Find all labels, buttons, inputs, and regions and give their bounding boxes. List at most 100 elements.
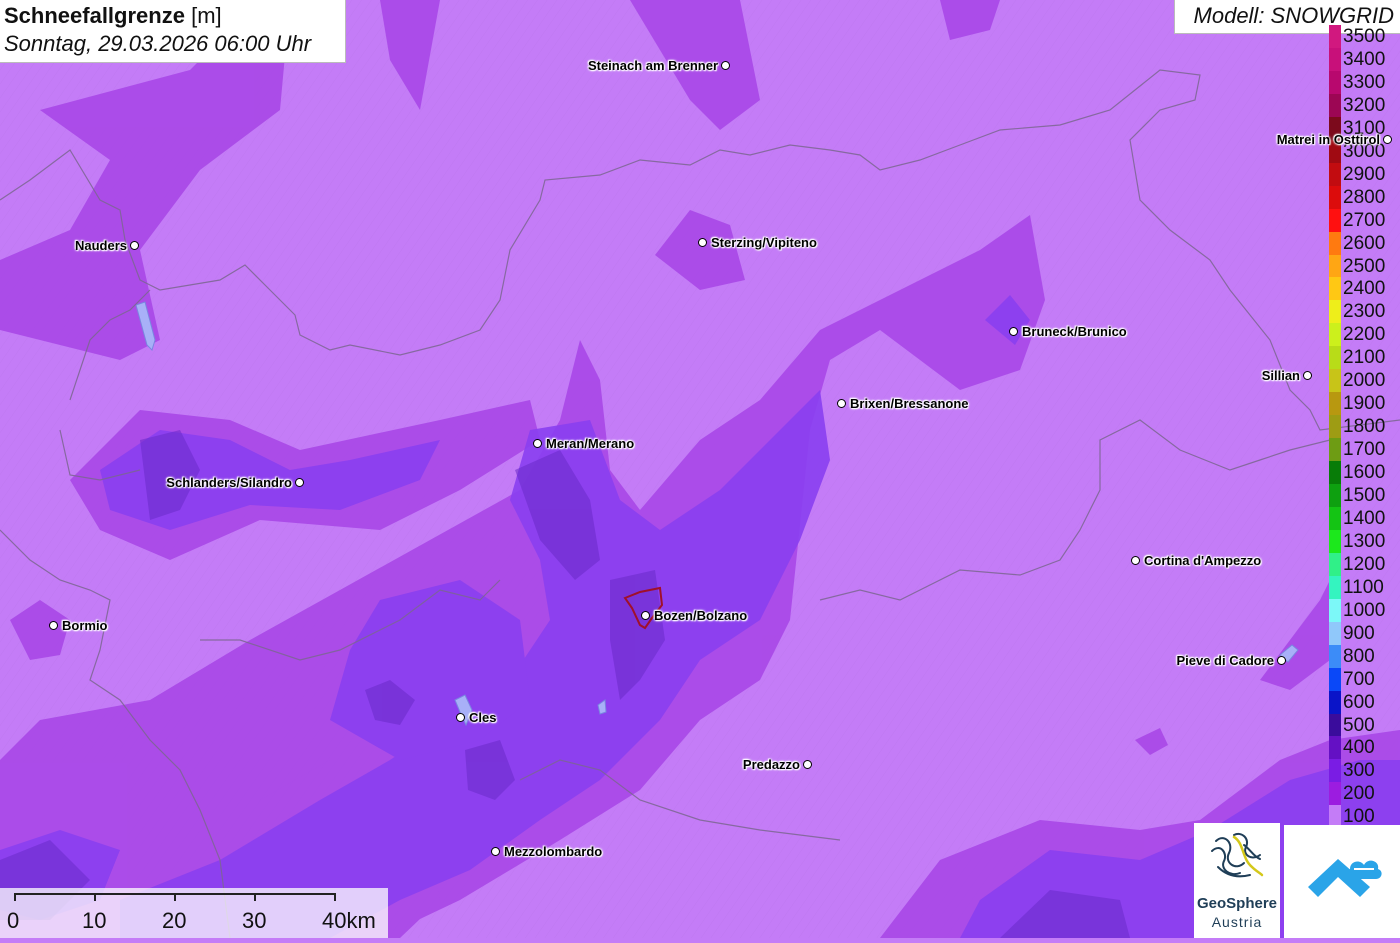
forecast-datetime: Sonntag, 29.03.2026 06:00 Uhr <box>4 31 312 56</box>
city-dot-icon <box>1303 371 1312 380</box>
legend-swatch <box>1329 484 1341 507</box>
legend-label: 1300 <box>1343 530 1386 552</box>
city-dot-icon <box>641 611 650 620</box>
legend-row: 1300 <box>1329 529 1400 553</box>
legend-swatch <box>1329 162 1341 186</box>
legend-swatch <box>1329 736 1341 760</box>
legend-label: 800 <box>1343 645 1375 667</box>
legend-label: 900 <box>1343 622 1375 644</box>
legend-row: 1900 <box>1329 392 1400 416</box>
legend-swatch <box>1329 231 1341 255</box>
legend-label: 500 <box>1343 714 1375 736</box>
legend-swatch <box>1329 208 1341 232</box>
legend-swatch <box>1329 254 1341 278</box>
legend-row: 2400 <box>1329 277 1400 301</box>
legend-row: 2700 <box>1329 208 1400 232</box>
legend-swatch <box>1329 690 1341 714</box>
legend-label: 2100 <box>1343 347 1386 369</box>
city-label: Cortina d'Ampezzo <box>1144 553 1262 568</box>
legend-row: 2200 <box>1329 323 1400 347</box>
legend-label: 2300 <box>1343 301 1386 323</box>
city-dot-icon <box>1009 327 1018 336</box>
legend-label: 1600 <box>1343 462 1386 484</box>
legend-label: 1400 <box>1343 507 1386 529</box>
color-legend: 3500 3400 3300 3200 3100 3000 2900 2800 2700 2600… <box>1329 25 1400 829</box>
legend-row: 1000 <box>1329 598 1400 622</box>
legend-row: 700 <box>1329 667 1400 691</box>
legend-swatch <box>1329 25 1341 48</box>
city-dot-icon <box>803 760 812 769</box>
legend-swatch <box>1329 644 1341 668</box>
legend-swatch <box>1329 575 1341 599</box>
legend-swatch <box>1329 93 1341 117</box>
city-label: Meran/Merano <box>546 436 635 451</box>
legend-label: 1900 <box>1343 393 1386 415</box>
city-dot-icon <box>49 621 58 630</box>
scale-label-40: 40km <box>322 908 376 933</box>
scale-label-30: 30 <box>242 908 267 933</box>
legend-row: 2000 <box>1329 369 1400 393</box>
city-dot-icon <box>1131 556 1140 565</box>
legend-swatch <box>1329 323 1341 347</box>
legend-swatch <box>1329 782 1341 806</box>
legend-label: 1800 <box>1343 416 1386 438</box>
legend-swatch <box>1329 438 1341 462</box>
legend-label: 2900 <box>1343 163 1386 185</box>
legend-swatch <box>1329 713 1341 737</box>
legend-row: 3500 <box>1329 25 1400 48</box>
city-label: Bozen/Bolzano <box>654 608 748 623</box>
title-text: Schneefallgrenze <box>4 3 185 28</box>
city-dot-icon <box>533 439 542 448</box>
app-logo[interactable] <box>1284 825 1400 938</box>
city-dot-icon <box>721 61 730 70</box>
legend-label: 1100 <box>1343 576 1384 598</box>
legend-label: 2000 <box>1343 370 1386 392</box>
legend-swatch <box>1329 392 1341 416</box>
legend-label: 1200 <box>1343 553 1386 575</box>
legend-label: 3200 <box>1343 94 1386 116</box>
legend-row: 1800 <box>1329 415 1400 439</box>
legend-label: 400 <box>1343 737 1375 759</box>
legend-swatch <box>1329 277 1341 301</box>
legend-row: 1600 <box>1329 461 1400 485</box>
city-label: Cles <box>469 710 497 725</box>
legend-row: 3200 <box>1329 93 1400 117</box>
legend-label: 1700 <box>1343 439 1386 461</box>
legend-row: 3400 <box>1329 47 1400 71</box>
scale-label-10: 10 <box>82 908 107 933</box>
legend-swatch <box>1329 300 1341 324</box>
legend-swatch <box>1329 552 1341 576</box>
legend-label: 2700 <box>1343 209 1386 231</box>
city-label: Sterzing/Vipiteno <box>711 235 817 250</box>
legend-label: 100 <box>1343 806 1375 828</box>
legend-swatch <box>1329 529 1341 553</box>
geosphere-logo[interactable]: GeoSphere Austria <box>1194 823 1280 938</box>
city-dot-icon <box>295 478 304 487</box>
app-logo-icon <box>1308 859 1382 897</box>
legend-row: 500 <box>1329 713 1400 737</box>
legend-swatch <box>1329 461 1341 485</box>
legend-row: 2800 <box>1329 185 1400 209</box>
legend-swatch <box>1329 506 1341 530</box>
legend-swatch <box>1329 759 1341 783</box>
legend-label: 2200 <box>1343 324 1386 346</box>
city-dot-icon <box>1383 135 1392 144</box>
legend-row: 2100 <box>1329 346 1400 370</box>
logo-sub: Austria <box>1211 914 1263 930</box>
legend-label: 2500 <box>1343 255 1386 277</box>
city-label: Predazzo <box>742 757 800 772</box>
legend-row: 200 <box>1329 782 1400 806</box>
legend-row: 900 <box>1329 621 1400 645</box>
city-dot-icon <box>491 847 500 856</box>
legend-row: 3300 <box>1329 70 1400 94</box>
title-unit: [m] <box>191 3 222 28</box>
legend-swatch <box>1329 621 1341 645</box>
snowfall-limit-map[interactable] <box>0 0 1400 938</box>
scale-bar: 0 10 20 30 40km <box>0 888 388 938</box>
legend-label: 600 <box>1343 691 1375 713</box>
legend-label: 3300 <box>1343 71 1386 93</box>
city-label: Steinach am Brenner <box>587 58 718 73</box>
legend-row: 2500 <box>1329 254 1400 278</box>
legend-row: 1400 <box>1329 506 1400 530</box>
city-dot-icon <box>837 399 846 408</box>
